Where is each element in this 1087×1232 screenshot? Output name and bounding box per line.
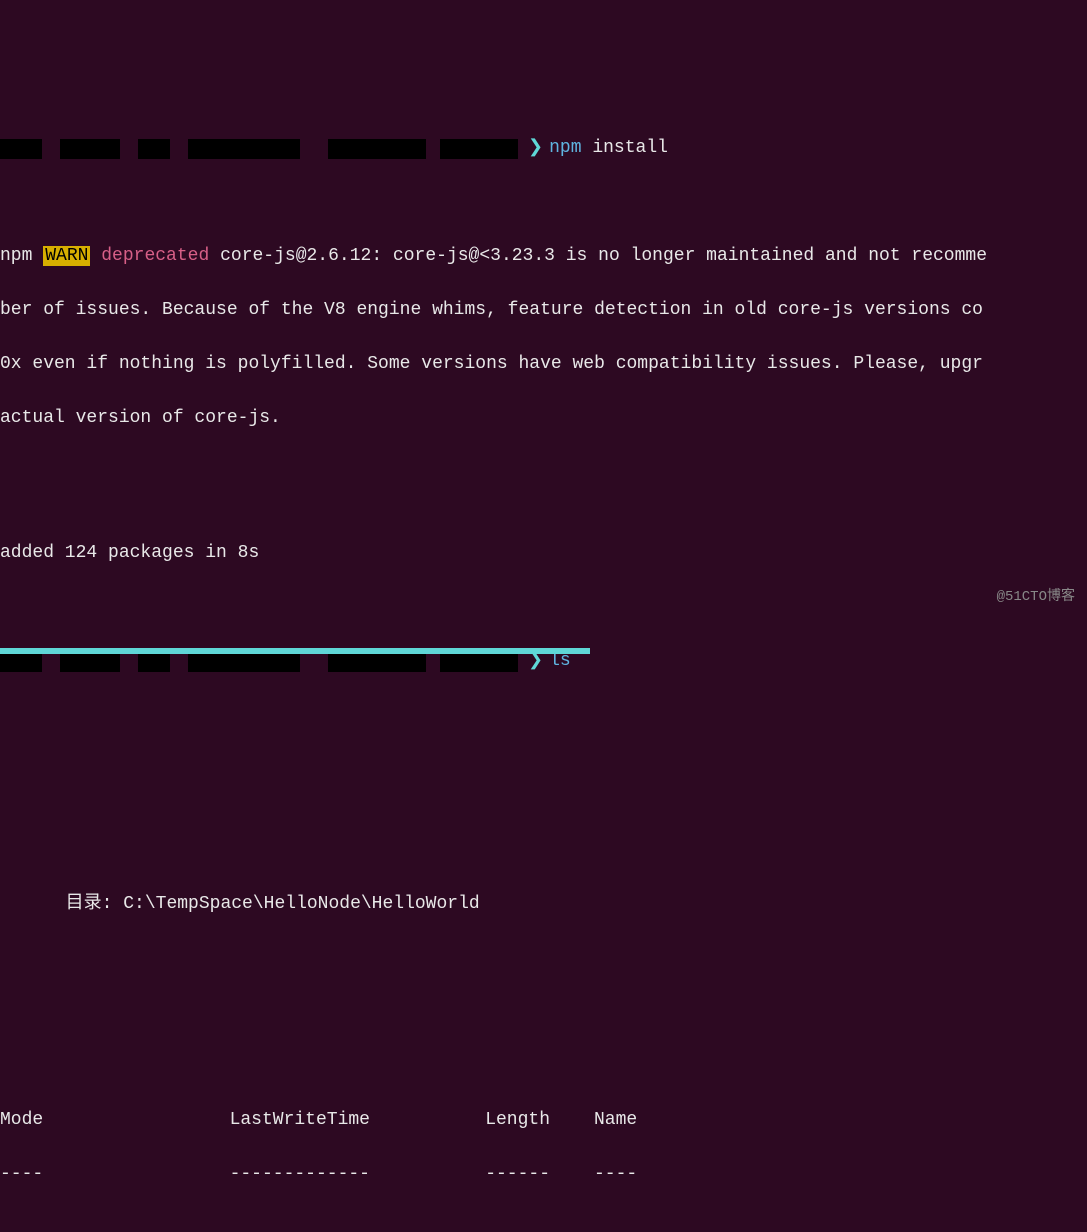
header-lastwritetime: LastWriteTime [80,1107,370,1134]
redacted-segment [328,139,426,159]
npm-label: npm [0,246,32,266]
redacted-segment [188,652,300,672]
redacted-segment [0,652,42,672]
prompt-line-1[interactable]: ❯ npm install [0,135,1087,162]
npm-warn-line-1: npm WARN deprecated core-js@2.6.12: core… [0,243,1087,270]
prompt-arrow-icon: ❯ [528,135,543,162]
redacted-segment [188,139,300,159]
npm-warn-line-4: actual version of core-js. [0,405,1087,432]
deprecated-label: deprecated [101,246,209,266]
added-packages-line: added 124 packages in 8s [0,540,1087,567]
watermark: @51CTO博客 [997,587,1075,608]
command-arg: install [592,135,668,162]
header-name: Name [594,1107,637,1134]
divider-bar [0,648,590,654]
directory-path: C:\TempSpace\HelloNode\HelloWorld [123,894,479,914]
header-mode: Mode [0,1107,80,1134]
redacted-segment [138,139,170,159]
npm-warn-line-2: ber of issues. Because of the V8 engine … [0,297,1087,324]
npm-warn-line-3: 0x even if nothing is polyfilled. Some v… [0,351,1087,378]
redacted-segment [328,652,426,672]
redacted-segment [0,139,42,159]
prompt-line-2[interactable]: ❯ ls [0,648,1087,675]
warn-text: core-js@2.6.12: core-js@<3.23.3 is no lo… [220,246,987,266]
directory-line: 目录: C:\TempSpace\HelloNode\HelloWorld [0,864,1087,918]
table-header: Mode LastWriteTime LastWriteTime Length … [0,1107,1087,1134]
redacted-segment [60,139,120,159]
warn-badge: WARN [43,246,90,266]
redacted-segment [60,652,120,672]
redacted-segment [440,139,518,159]
directory-label: 目录: [66,894,113,914]
header-length: Length [370,1107,550,1134]
command-name: npm [549,135,581,162]
redacted-segment [440,652,518,672]
redacted-segment [138,652,170,672]
table-separator: ---- ------------- ------------- ------ … [0,1161,1087,1188]
